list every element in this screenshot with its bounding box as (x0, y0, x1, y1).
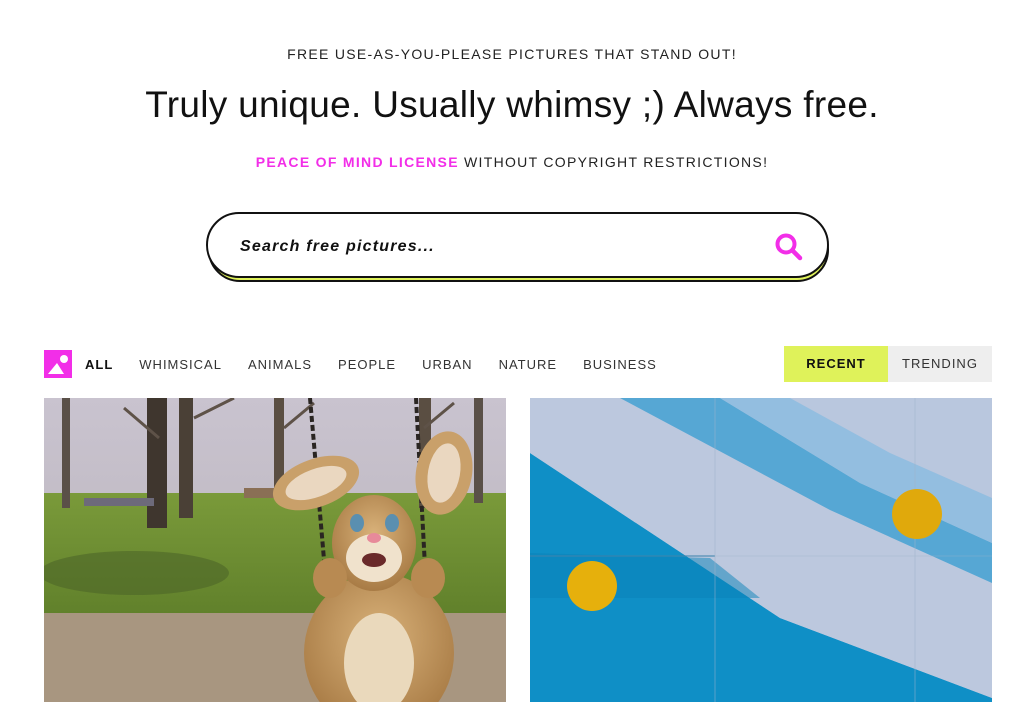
sort-trending-button[interactable]: TRENDING (888, 346, 992, 382)
photo-bunny-swing[interactable] (44, 398, 506, 702)
category-business[interactable]: BUSINESS (583, 357, 657, 372)
category-whimsical[interactable]: WHIMSICAL (139, 357, 222, 372)
license-line: PEACE OF MIND LICENSE WITHOUT COPYRIGHT … (0, 154, 1024, 170)
category-list: ALL WHIMSICAL ANIMALS PEOPLE URBAN NATUR… (85, 357, 683, 372)
license-link[interactable]: PEACE OF MIND LICENSE (256, 154, 459, 170)
license-text: WITHOUT COPYRIGHT RESTRICTIONS! (458, 154, 769, 170)
category-urban[interactable]: URBAN (422, 357, 473, 372)
category-all[interactable]: ALL (85, 357, 113, 372)
category-animals[interactable]: ANIMALS (248, 357, 312, 372)
page-title: Truly unique. Usually whimsy ;) Always f… (145, 84, 879, 125)
category-people[interactable]: PEOPLE (338, 357, 396, 372)
search-box (206, 212, 829, 278)
sort-toggle: RECENT TRENDING (784, 346, 992, 382)
photo-blue-wall[interactable] (530, 398, 992, 702)
search-input[interactable] (238, 230, 742, 264)
category-nature[interactable]: NATURE (499, 357, 557, 372)
image-icon[interactable] (44, 350, 72, 378)
search-button[interactable] (773, 231, 805, 263)
filter-bar: ALL WHIMSICAL ANIMALS PEOPLE URBAN NATUR… (44, 346, 992, 382)
blue-wall-photo-image (530, 398, 992, 702)
bunny-photo-image (44, 398, 506, 702)
sort-recent-button[interactable]: RECENT (784, 346, 888, 382)
search-icon (775, 233, 803, 261)
search-bar (206, 212, 829, 282)
tagline: FREE USE-AS-YOU-PLEASE PICTURES THAT STA… (287, 46, 737, 62)
